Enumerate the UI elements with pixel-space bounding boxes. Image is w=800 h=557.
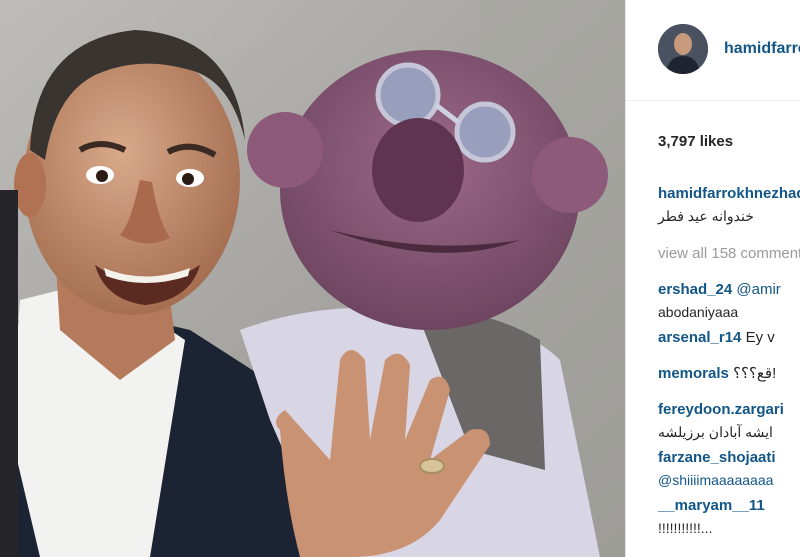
caption: hamidfarrokhnezhad خندوانه عید فطر <box>658 183 800 231</box>
comment-item: ershad_24 @amir abodaniyaaa <box>658 279 800 327</box>
likes-count[interactable]: 3,797 likes <box>658 133 733 150</box>
comment-text: قع؟؟؟! <box>733 365 777 382</box>
post-photo[interactable] <box>0 0 625 557</box>
comment-username[interactable]: __maryam__11 <box>658 495 800 517</box>
comment-text: ایشه آبادان برزیلشه <box>658 424 773 440</box>
comment-username[interactable]: ershad_24 <box>658 281 732 298</box>
post-header: hamidfarrokhnezhad <box>626 0 800 101</box>
comment-username[interactable]: fereydoon.zargari <box>658 399 800 421</box>
comment-username[interactable]: farzane_shojaati <box>658 447 800 469</box>
comment-text: !!!!!!!!!!!... <box>658 520 713 536</box>
view-all-comments-link[interactable]: view all 158 comments <box>658 239 800 269</box>
comment-username[interactable]: arsenal_r14 <box>658 329 741 346</box>
comment-item: farzane_shojaati @shiiiimaaaaaaaa <box>658 447 800 495</box>
comment-text: Ey v <box>745 329 775 346</box>
comment-username[interactable]: memorals <box>658 365 729 382</box>
comment-item: arsenal_r14 Ey v <box>658 327 800 363</box>
caption-text: خندوانه عید فطر <box>658 208 754 224</box>
post-image <box>0 0 625 557</box>
post-sidebar: hamidfarrokhnezhad 3,797 likes hamidfarr… <box>625 0 800 557</box>
comment-item: fereydoon.zargari ایشه آبادان برزیلشه <box>658 399 800 447</box>
comment-text[interactable]: @shiiiimaaaaaaaa <box>658 469 800 491</box>
username-link[interactable]: hamidfarrokhnezhad <box>724 40 800 58</box>
comment-item: memorals قع؟؟؟! <box>658 363 800 399</box>
avatar[interactable] <box>658 24 708 74</box>
comment-mention[interactable]: @amir <box>736 281 780 298</box>
avatar-icon <box>658 24 708 74</box>
comment-text: abodaniyaaa <box>658 304 739 320</box>
caption-username[interactable]: hamidfarrokhnezhad <box>658 183 800 205</box>
comments-list: hamidfarrokhnezhad خندوانه عید فطر view … <box>658 183 800 543</box>
comment-item: __maryam__11 !!!!!!!!!!!... <box>658 495 800 543</box>
